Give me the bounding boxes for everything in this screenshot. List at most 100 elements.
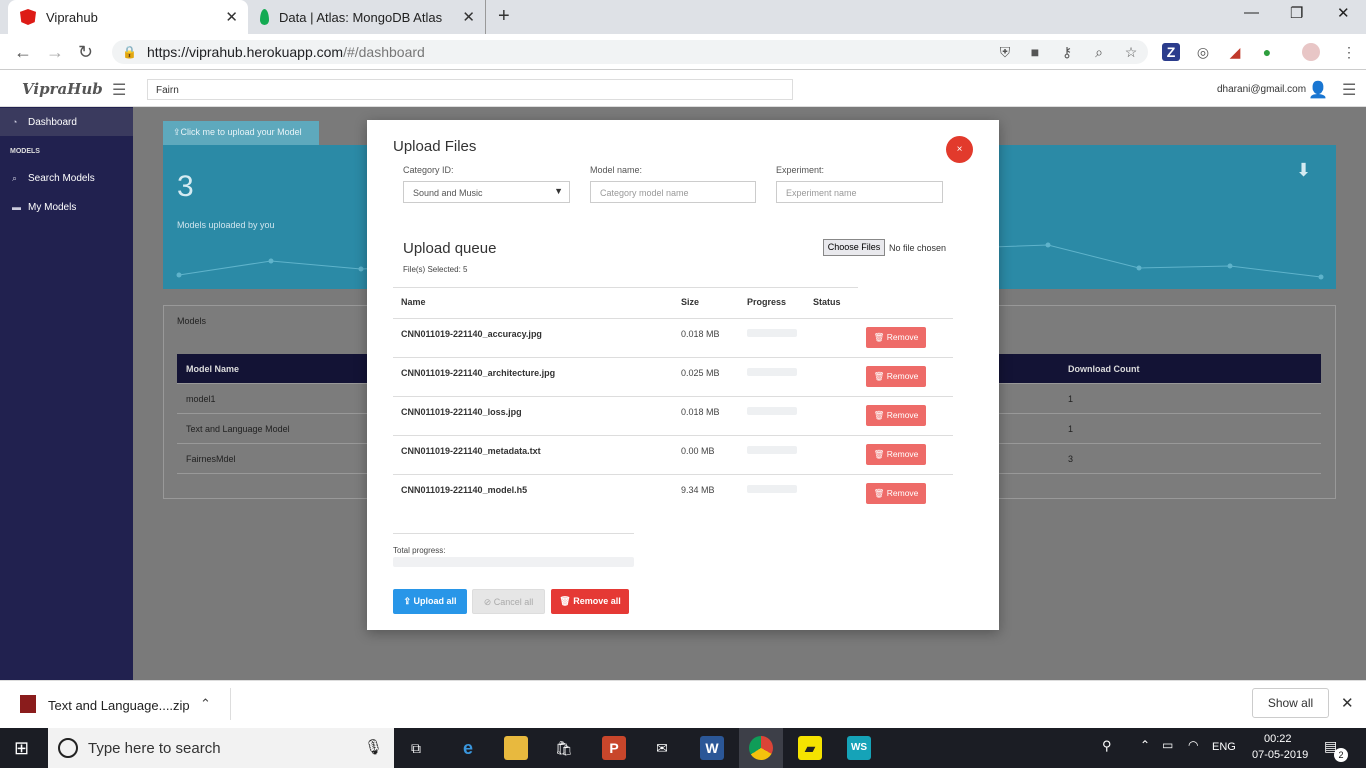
- extension-badge-icon[interactable]: ◎: [1194, 43, 1212, 61]
- green-extension-icon[interactable]: ●: [1258, 43, 1276, 61]
- download-item[interactable]: Text and Language....zip: [48, 698, 190, 713]
- file-name: CNN011019-221140_loss.jpg: [401, 407, 522, 417]
- browser-menu-icon[interactable]: ⋮: [1340, 43, 1358, 61]
- remove-label: Remove: [886, 410, 919, 420]
- models-panel-title: Models: [177, 316, 207, 326]
- chrome-icon[interactable]: [749, 736, 773, 760]
- remove-file-button[interactable]: 🗑 Remove: [866, 327, 926, 348]
- sidebar-item-label: My Models: [28, 201, 77, 213]
- file-name: CNN011019-221140_model.h5: [401, 485, 528, 495]
- pdf-extension-icon[interactable]: ◢: [1226, 43, 1244, 61]
- remove-file-button[interactable]: 🗑 Remove: [866, 483, 926, 504]
- experiment-input[interactable]: Experiment name: [776, 181, 943, 203]
- close-tab-icon[interactable]: ✕: [462, 8, 475, 26]
- close-tab-icon[interactable]: ✕: [225, 8, 238, 26]
- taskbar-search[interactable]: Type here to search 🎙: [48, 728, 394, 768]
- clock-date[interactable]: 07-05-2019: [1252, 749, 1308, 761]
- browser-tab-mongodb[interactable]: Data | Atlas: MongoDB Atlas ✕: [250, 0, 486, 34]
- file-size: 0.025 MB: [681, 368, 720, 378]
- download-count: 3: [1068, 454, 1074, 464]
- remove-file-button[interactable]: 🗑 Remove: [866, 405, 926, 426]
- choose-files-button[interactable]: Choose Files: [823, 239, 885, 256]
- powerpoint-icon[interactable]: P: [602, 736, 626, 760]
- user-icon[interactable]: 👤: [1308, 80, 1328, 100]
- profile-avatar[interactable]: [1302, 43, 1320, 61]
- cancel-all-button[interactable]: ⊘ Cancel all: [472, 589, 545, 614]
- sidebar-item-my-models[interactable]: ▬ My Models: [0, 193, 133, 221]
- tab-title: Viprahub: [46, 9, 98, 25]
- file-progress-bar: [747, 446, 797, 454]
- sidebar-item-dashboard[interactable]: ◔ Dashboard: [0, 108, 133, 136]
- lock-icon: 🔒: [122, 45, 137, 59]
- remove-label: Remove: [886, 488, 919, 498]
- remove-file-button[interactable]: 🗑 Remove: [866, 444, 926, 465]
- queue-row: CNN011019-221140_accuracy.jpg 0.018 MB 🗑…: [393, 318, 953, 357]
- column-header-progress: Progress: [747, 297, 787, 307]
- search-input[interactable]: Fairn: [147, 79, 793, 100]
- battery-icon[interactable]: ▭: [1162, 738, 1173, 752]
- upload-all-button[interactable]: ⇪ Upload all: [393, 589, 467, 614]
- browser-tab-viprahub[interactable]: Viprahub ✕: [8, 0, 248, 34]
- store-icon[interactable]: 🛍: [552, 736, 576, 760]
- microphone-icon[interactable]: 🎙: [364, 738, 383, 756]
- brand-logo[interactable]: VipraHub: [22, 80, 103, 98]
- column-header-size: Size: [681, 297, 700, 307]
- zoom-icon[interactable]: ⌕: [1090, 43, 1108, 61]
- windows-start-icon[interactable]: ⊞: [14, 738, 29, 759]
- file-name: CNN011019-221140_accuracy.jpg: [401, 329, 542, 339]
- upload-all-label: Upload all: [413, 596, 457, 606]
- show-all-button[interactable]: Show all: [1252, 688, 1329, 718]
- queue-row: CNN011019-221140_architecture.jpg 0.025 …: [393, 357, 953, 396]
- modal-close-button[interactable]: ×: [946, 136, 973, 163]
- reload-button[interactable]: ↻: [78, 42, 93, 63]
- upload-model-label: Click me to upload your Model: [180, 127, 302, 137]
- url-path: /#/dashboard: [343, 44, 425, 60]
- sidebar-toggle-icon[interactable]: ☰: [112, 80, 126, 100]
- clock-time[interactable]: 00:22: [1264, 733, 1292, 745]
- model-name: Text and Language Model: [186, 424, 290, 434]
- new-tab-button[interactable]: +: [498, 5, 510, 28]
- people-icon[interactable]: ⚲: [1102, 738, 1112, 754]
- back-button[interactable]: ←: [14, 42, 32, 63]
- file-progress-bar: [747, 485, 797, 493]
- file-progress-bar: [747, 368, 797, 376]
- minimize-button[interactable]: —: [1244, 4, 1259, 21]
- queue-row: CNN011019-221140_model.h5 9.34 MB 🗑 Remo…: [393, 474, 953, 513]
- remove-all-button[interactable]: 🗑 Remove all: [551, 589, 629, 614]
- sidebar-item-search-models[interactable]: ⌕ Search Models: [0, 164, 133, 192]
- menu-icon[interactable]: ☰: [1342, 80, 1356, 100]
- webstorm-icon[interactable]: WS: [847, 736, 871, 760]
- divider: [230, 688, 231, 720]
- close-icon[interactable]: ✕: [1341, 694, 1354, 712]
- files-selected-count: File(s) Selected: 5: [403, 265, 468, 274]
- address-bar[interactable]: 🔒 https://viprahub.herokuapp.com/#/dashb…: [112, 40, 1148, 64]
- camera-icon[interactable]: ■: [1026, 43, 1044, 61]
- column-header: Download Count: [1068, 364, 1140, 374]
- wifi-icon[interactable]: ◠: [1188, 738, 1198, 752]
- mongodb-leaf-icon: [260, 9, 269, 25]
- key-icon[interactable]: ⚷: [1058, 43, 1076, 61]
- queue-row: CNN011019-221140_metadata.txt 0.00 MB 🗑 …: [393, 435, 953, 474]
- angular-icon: [20, 9, 36, 25]
- word-icon[interactable]: W: [700, 736, 724, 760]
- upload-model-button[interactable]: ⇪Click me to upload your Model: [163, 121, 319, 145]
- restore-button[interactable]: ❐: [1290, 4, 1303, 22]
- remove-file-button[interactable]: 🗑 Remove: [866, 366, 926, 387]
- bookmark-star-icon[interactable]: ☆: [1122, 43, 1140, 61]
- model-name-input[interactable]: Category model name: [590, 181, 756, 203]
- tray-expand-icon[interactable]: ⌃: [1140, 738, 1150, 752]
- site-settings-icon[interactable]: ⛨: [996, 43, 1014, 61]
- forward-button[interactable]: →: [46, 42, 64, 63]
- stat-value: 3: [177, 170, 194, 203]
- sticky-notes-icon[interactable]: ▰: [798, 736, 822, 760]
- language-indicator[interactable]: ENG: [1212, 741, 1236, 753]
- file-explorer-icon[interactable]: [504, 736, 528, 760]
- task-view-icon[interactable]: ⧉: [404, 736, 428, 760]
- close-window-button[interactable]: ✕: [1337, 4, 1350, 22]
- edge-icon[interactable]: e: [456, 736, 480, 760]
- model-name-label: Model name:: [590, 165, 643, 175]
- zotero-extension-icon[interactable]: Z: [1162, 43, 1180, 61]
- category-select[interactable]: Sound and Music ▼: [403, 181, 570, 203]
- chevron-up-icon[interactable]: ⌃: [200, 696, 211, 712]
- mail-icon[interactable]: ✉: [650, 736, 674, 760]
